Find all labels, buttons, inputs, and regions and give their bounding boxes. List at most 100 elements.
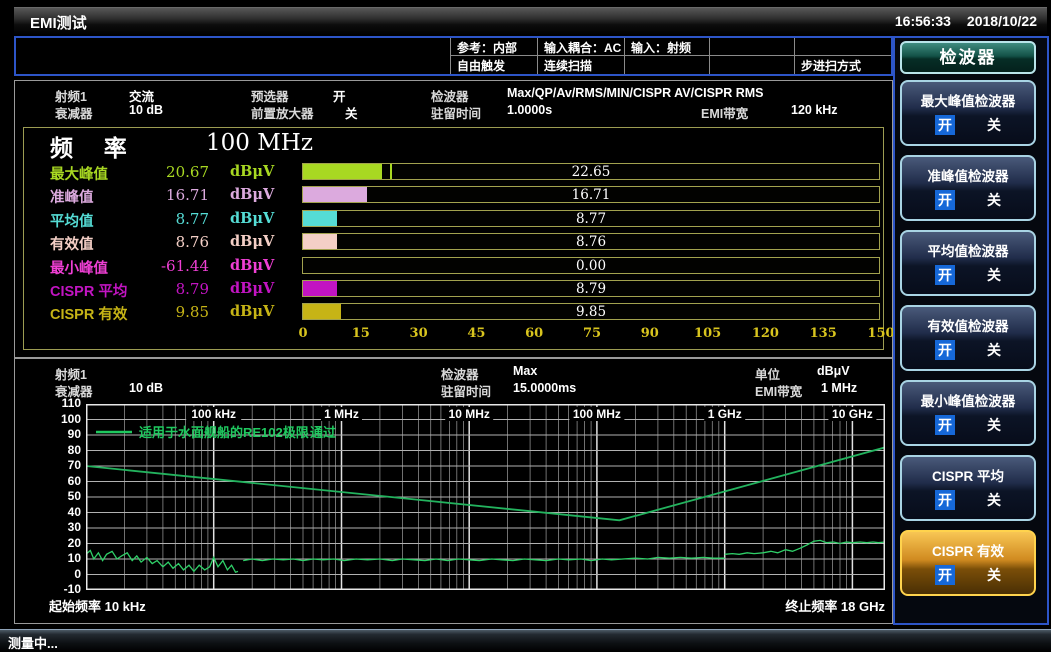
sidebar-button-quasi-peak-detector[interactable]: 准峰值检波器开 关 [900, 155, 1036, 221]
toggle-on-label[interactable]: 开 [935, 265, 955, 285]
measurement-row-cispr-rms: CISPR 有效9.85dBμV9.85 [24, 301, 883, 324]
dwell-time-label: 驻留时间 [431, 103, 481, 122]
instrument-status-strip: 参考：内部输入耦合：AC输入：射频自由触发连续扫描步进扫方式 [14, 36, 893, 76]
sidebar-button-min-peak-detector[interactable]: 最小峰值检波器开 关 [900, 380, 1036, 446]
measurement-value: -61.44 [127, 257, 209, 275]
y-axis-tick-label: 0 [41, 567, 81, 581]
emi-test-screen: EMI测试 16:56:33 2018/10/22 参考：内部输入耦合：AC输入… [0, 0, 1051, 651]
detector-button-label: CISPR 有效 [902, 540, 1034, 560]
unit-value: dBμV [817, 364, 850, 378]
on-off-toggle: 开关 [902, 265, 1034, 285]
y-axis-tick-label: 30 [41, 520, 81, 534]
sidebar-button-cispr-rms[interactable]: CISPR 有效开关 [900, 530, 1036, 596]
scan-dwell-label: 驻留时间 [441, 381, 491, 400]
measurement-row-average: 平均值8.77dBμV8.77 [24, 208, 883, 231]
toggle-off-label[interactable]: 关 [987, 115, 1001, 135]
scan-attenuator-value: 10 dB [129, 381, 163, 395]
measurement-unit: dBμV [230, 280, 274, 297]
toggle-off-label[interactable]: 关 [987, 415, 1001, 435]
on-off-toggle: 开关 [902, 340, 1034, 360]
status-cell [795, 38, 891, 56]
bar-value-label: 22.65 [303, 164, 879, 180]
y-axis-tick-label: 20 [41, 536, 81, 550]
bar-value-label: 0.00 [303, 258, 879, 274]
status-cell: 参考：内部 [450, 38, 538, 56]
toggle-on-label[interactable]: 开 [935, 490, 955, 510]
measurement-unit: dBμV [230, 303, 274, 320]
bar-axis-tick: 120 [752, 326, 779, 341]
y-axis-tick-label: 110 [41, 396, 81, 410]
toggle-on-label[interactable]: 开 [935, 190, 955, 210]
decade-label: 1 MHz [324, 407, 359, 421]
measurement-row-rms: 有效值8.76dBμV8.76 [24, 231, 883, 254]
bar-value-label: 8.79 [303, 281, 879, 297]
status-bar: 测量中... [0, 629, 1051, 652]
status-cell [625, 56, 710, 74]
detector-button-label: 平均值检波器 [902, 240, 1034, 260]
status-cell: 步进扫方式 [795, 56, 891, 74]
frequency-value: 100 MHz [206, 130, 313, 156]
preamp-value: 关 [345, 103, 358, 122]
clock-time: 16:56:33 [895, 13, 951, 29]
sidebar-button-cispr-average[interactable]: CISPR 平均开关 [900, 455, 1036, 521]
measurement-value: 8.79 [127, 280, 209, 298]
measurement-label: CISPR 平均 [50, 280, 127, 301]
decade-label: 1 GHz [708, 407, 742, 421]
toggle-off-label[interactable]: 关 [987, 190, 1001, 210]
y-axis-tick-label: 100 [41, 412, 81, 426]
start-frequency-label: 起始频率 10 kHz [49, 596, 146, 615]
measurement-label: 有效值 [50, 233, 94, 254]
bar-gauge: 22.65 [302, 163, 880, 180]
toggle-on-label[interactable]: 开 [935, 115, 955, 135]
measurement-panel: 射频1 交流 预选器 开 检波器 Max/QP/Av/RMS/MIN/CISPR… [14, 80, 893, 358]
sidebar-button-average-detector[interactable]: 平均值检波器开关 [900, 230, 1036, 296]
detector-value: Max/QP/Av/RMS/MIN/CISPR AV/CISPR RMS [507, 86, 764, 100]
toggle-on-label[interactable]: 开 [935, 340, 955, 360]
bar-gauge: 8.77 [302, 210, 880, 227]
bar-axis-tick: 0 [298, 326, 307, 341]
on-off-toggle: 开关 [902, 115, 1034, 135]
measurement-label: 最大峰值 [50, 163, 108, 184]
status-cell [710, 56, 795, 74]
y-axis-tick-label: 50 [41, 489, 81, 503]
bar-value-label: 8.77 [303, 211, 879, 227]
toggle-off-label[interactable]: 关 [987, 565, 1001, 585]
toggle-off-label[interactable]: 关 [987, 340, 1001, 360]
measurement-value: 20.67 [127, 163, 209, 181]
toggle-off-label[interactable]: 关 [987, 265, 1001, 285]
y-axis-tick-label: 10 [41, 551, 81, 565]
bar-axis-tick: 90 [641, 326, 659, 341]
scan-emi-bw-value: 1 MHz [821, 381, 857, 395]
trace-segment [725, 540, 885, 554]
toggle-on-label[interactable]: 开 [935, 415, 955, 435]
dwell-time-value: 1.0000s [507, 103, 552, 117]
title-bar: EMI测试 16:56:33 2018/10/22 [14, 7, 1047, 35]
status-cell: 自由触发 [450, 56, 538, 74]
bar-gauge: 9.85 [302, 303, 880, 320]
measurement-value: 9.85 [127, 303, 209, 321]
bar-value-label: 16.71 [303, 187, 879, 203]
on-off-toggle: 开关 [902, 565, 1034, 585]
legend-limit-label: 适用于水面舰船的RE102极限 [139, 425, 310, 440]
detector-button-label: 准峰值检波器 [902, 165, 1034, 185]
clock-date: 2018/10/22 [967, 13, 1037, 29]
sidebar-button-max-peak-detector[interactable]: 最大峰值检波器开关 [900, 80, 1036, 146]
on-off-toggle: 开关 [902, 490, 1034, 510]
bar-axis-tick: 15 [352, 326, 370, 341]
toggle-off-label[interactable]: 关 [987, 490, 1001, 510]
detector-menu-button[interactable]: 检波器 [900, 41, 1036, 74]
detector-button-label: 有效值检波器 [902, 315, 1034, 335]
status-cell: 输入：射频 [625, 38, 710, 56]
decade-label: 10 MHz [449, 407, 490, 421]
status-cell [710, 38, 795, 56]
detector-button-label: 最小峰值检波器 [902, 390, 1034, 410]
measurement-row-min-peak: 最小峰值-61.44dBμV0.00 [24, 255, 883, 278]
y-axis-tick-label: 80 [41, 443, 81, 457]
toggle-on-label[interactable]: 开 [935, 565, 955, 585]
detector-button-label: CISPR 平均 [902, 465, 1034, 485]
measurement-value: 16.71 [127, 186, 209, 204]
y-axis-tick-label: 70 [41, 458, 81, 472]
sidebar-detector-menu: 检波器 最大峰值检波器开关准峰值检波器开关平均值检波器开关有效值检波器开关最小峰… [893, 36, 1049, 625]
sidebar-button-rms-detector[interactable]: 有效值检波器开关 [900, 305, 1036, 371]
measurement-row-quasi-peak: 准峰值16.71dBμV16.71 [24, 184, 883, 207]
